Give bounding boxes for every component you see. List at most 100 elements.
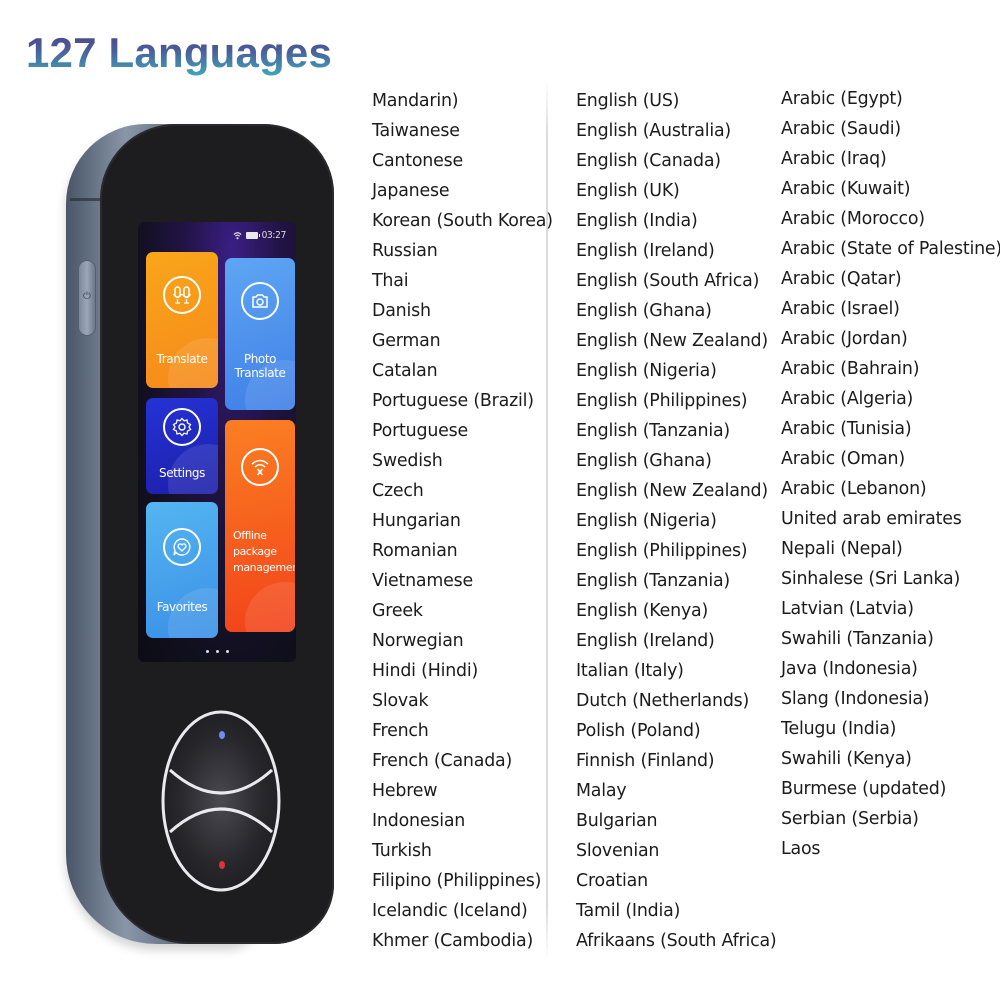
language-item: Croatian	[576, 871, 648, 891]
control-pad	[161, 710, 281, 892]
heart-bubble-icon	[163, 528, 201, 566]
tile-translate[interactable]: Translate	[146, 252, 218, 388]
language-item: English (Ireland)	[576, 241, 715, 261]
wifi-icon	[233, 231, 242, 239]
page-dot[interactable]	[225, 650, 229, 653]
wifi-off-icon	[241, 448, 279, 486]
language-item: Arabic (Tunisia)	[781, 419, 912, 439]
language-item: Japanese	[372, 181, 450, 201]
language-item: Arabic (Lebanon)	[781, 479, 927, 499]
language-item: Catalan	[372, 361, 438, 381]
tile-favorites-label: Favorites	[156, 600, 208, 614]
language-item: Swahili (Tanzania)	[781, 629, 934, 649]
language-item: Filipino (Philippines)	[372, 871, 542, 891]
tile-photo-translate[interactable]: Photo Translate	[225, 258, 295, 410]
status-time: 03:27	[261, 229, 287, 241]
language-item: Polish (Poland)	[576, 721, 701, 741]
language-item: Dutch (Netherlands)	[576, 691, 750, 711]
language-item: English (US)	[576, 91, 680, 111]
language-item: Slang (Indonesia)	[781, 689, 930, 709]
language-item: Norwegian	[372, 631, 464, 651]
language-item: English (Kenya)	[576, 601, 709, 621]
language-column-1: Mandarin) Taiwanese Cantonese Japanese Korea…	[372, 86, 553, 956]
language-item: Laos	[781, 839, 821, 859]
language-item: Taiwanese	[372, 121, 460, 141]
tile-offline-package[interactable]: Offline package management	[225, 420, 295, 632]
tile-offline-label: Offline package management	[233, 529, 295, 574]
language-item: Arabic (Kuwait)	[781, 179, 911, 199]
language-item: Swahili (Kenya)	[781, 749, 912, 769]
top-button-indicator[interactable]	[219, 731, 225, 739]
tile-settings[interactable]: Settings	[146, 398, 218, 494]
language-item: Romanian	[372, 541, 458, 561]
tile-photo-translate-label: Photo Translate	[234, 352, 286, 380]
language-item: Italian (Italy)	[576, 661, 684, 681]
language-item: Icelandic (Iceland)	[372, 901, 528, 921]
language-item: French (Canada)	[372, 751, 513, 771]
language-item: Bulgarian	[576, 811, 658, 831]
language-item: Arabic (Oman)	[781, 449, 905, 469]
language-item: Nepali (Nepal)	[781, 539, 903, 559]
language-item: Arabic (Qatar)	[781, 269, 902, 289]
language-item: English (Canada)	[576, 151, 721, 171]
power-icon: ⏻	[83, 291, 91, 302]
language-item: English (Philippines)	[576, 391, 748, 411]
language-item: Korean (South Korea)	[372, 211, 553, 231]
language-item: Portuguese	[372, 421, 469, 441]
language-item: Hungarian	[372, 511, 461, 531]
language-item: Arabic (Israel)	[781, 299, 900, 319]
page-dot[interactable]	[215, 650, 219, 653]
language-item: Arabic (Morocco)	[781, 209, 925, 229]
language-column-3: Arabic (Egypt) Arabic (Saudi) Arabic (Iraq…	[781, 84, 1000, 864]
language-item: Turkish	[372, 841, 432, 861]
language-column-2: English (US) English (Australia) English (…	[576, 86, 777, 956]
tile-translate-label: Translate	[156, 352, 208, 366]
language-item: Portuguese (Brazil)	[372, 391, 534, 411]
language-item: Swedish	[372, 451, 443, 471]
language-item: English (Ghana)	[576, 451, 712, 471]
language-item: Mandarin)	[372, 91, 459, 111]
power-button[interactable]: ⏻	[78, 260, 96, 336]
language-item: Arabic (Saudi)	[781, 119, 902, 139]
tile-settings-label: Settings	[158, 466, 206, 480]
battery-icon	[245, 231, 260, 239]
language-item: Arabic (State of Palestine)	[781, 239, 1000, 259]
language-item: English (Australia)	[576, 121, 732, 141]
language-item: Khmer (Cambodia)	[372, 931, 534, 951]
camera-icon	[241, 282, 279, 320]
language-item: Arabic (Algeria)	[781, 389, 914, 409]
language-item: English (India)	[576, 211, 698, 231]
language-item: English (New Zealand)	[576, 331, 768, 351]
language-item: English (UK)	[576, 181, 680, 201]
tile-favorites[interactable]: Favorites	[146, 502, 218, 638]
language-item: English (South Africa)	[576, 271, 760, 291]
language-item: Latvian (Latvia)	[781, 599, 914, 619]
language-item: Tamil (India)	[576, 901, 681, 921]
device-screen: 03:27 Translate Photo Translate Settings…	[138, 222, 296, 662]
language-item: Arabic (Egypt)	[781, 89, 903, 109]
language-item: United arab emirates	[781, 509, 962, 529]
language-item: English (Tanzania)	[576, 571, 731, 591]
page-dot[interactable]	[205, 650, 209, 653]
bottom-button-indicator[interactable]	[219, 861, 225, 869]
page-indicator	[138, 650, 296, 653]
language-item: Danish	[372, 301, 431, 321]
language-item: Arabic (Jordan)	[781, 329, 908, 349]
language-item: Burmese (updated)	[781, 779, 947, 799]
language-item: Thai	[372, 271, 409, 291]
language-item: Arabic (Iraq)	[781, 149, 887, 169]
language-item: Vietnamese	[372, 571, 473, 591]
language-item: Finnish (Finland)	[576, 751, 715, 771]
language-item: English (Nigeria)	[576, 511, 717, 531]
language-item: Java (Indonesia)	[781, 659, 918, 679]
language-item: Greek	[372, 601, 423, 621]
page-title: 127 Languages	[26, 26, 332, 80]
language-item: English (New Zealand)	[576, 481, 768, 501]
language-item: English (Ireland)	[576, 631, 715, 651]
language-item: Telugu (India)	[781, 719, 897, 739]
language-item: Serbian (Serbia)	[781, 809, 919, 829]
language-item: English (Nigeria)	[576, 361, 717, 381]
gear-icon	[163, 408, 201, 446]
status-bar: 03:27	[233, 228, 286, 242]
language-item: Sinhalese (Sri Lanka)	[781, 569, 961, 589]
